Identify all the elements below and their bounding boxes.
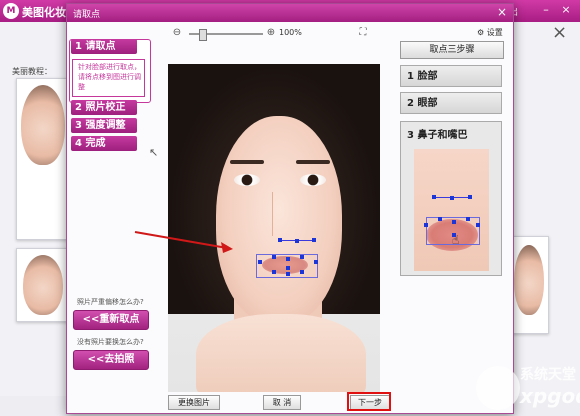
watermark-line1: 系统天堂 bbox=[520, 367, 576, 383]
minimize-icon[interactable]: – bbox=[540, 4, 552, 16]
thumbnail-image bbox=[23, 255, 63, 315]
window-close-icon[interactable]: × bbox=[560, 4, 572, 16]
beauty-tutorial-label: 美丽教程： bbox=[12, 67, 52, 76]
app-logo: M bbox=[3, 3, 19, 19]
thumbnail-card[interactable] bbox=[16, 248, 70, 322]
thumbnail-card[interactable] bbox=[16, 78, 70, 240]
close-panel-icon[interactable]: × bbox=[552, 22, 567, 43]
keypoint-dialog: 请取点 × ⊖ ⊕ 100% ⛶ ⚙ 设置 1 请取点 针对脸部进行取点，请将点… bbox=[66, 3, 514, 414]
watermark-logo-icon bbox=[476, 366, 520, 410]
watermark-line2: xpgod bbox=[520, 384, 580, 408]
thumbnail-image bbox=[514, 245, 544, 315]
watermark: 系统天堂 xpgod bbox=[476, 362, 580, 416]
thumbnail-image bbox=[21, 85, 65, 165]
annotation-arrow bbox=[134, 231, 233, 253]
